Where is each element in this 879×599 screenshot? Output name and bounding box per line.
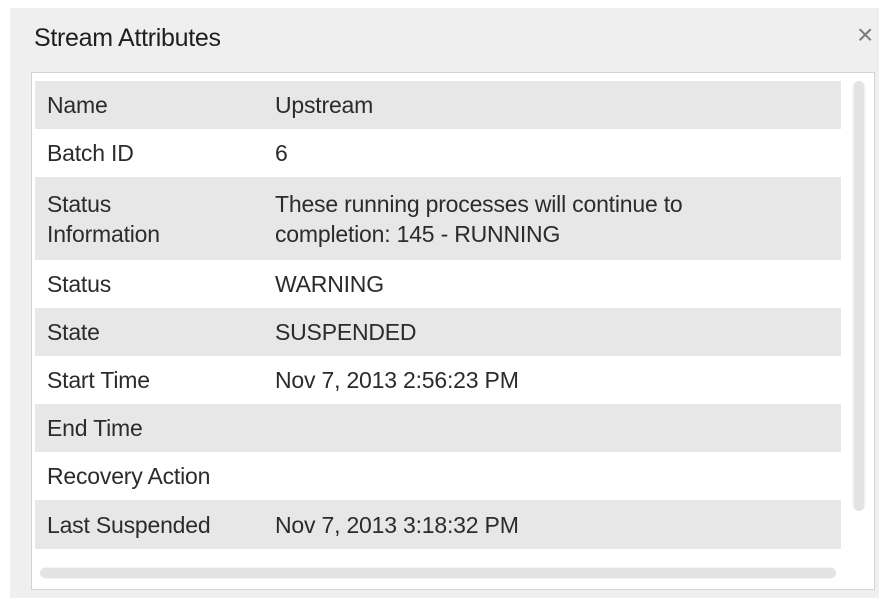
vertical-scrollbar[interactable] [852, 81, 866, 511]
horizontal-scrollbar-thumb[interactable] [40, 568, 836, 578]
attribute-value: 6 [275, 140, 288, 166]
attribute-name: State [47, 319, 100, 345]
attribute-name: Recovery Action [47, 463, 211, 489]
attribute-name: Batch ID [47, 140, 134, 166]
attribute-value: Nov 7, 2013 3:18:32 PM [275, 511, 519, 538]
table-row: State SUSPENDED [35, 308, 841, 356]
vertical-scrollbar-thumb[interactable] [854, 81, 864, 511]
attribute-name: Status [47, 271, 112, 297]
attribute-name: Status Information [47, 190, 160, 247]
horizontal-scrollbar[interactable] [40, 567, 836, 579]
table-row: Start Time Nov 7, 2013 2:56:23 PM [35, 356, 841, 404]
attributes-table-container: Name Upstream Batch ID 6 Status Informat… [31, 72, 875, 590]
attribute-value: WARNING [275, 271, 384, 297]
stream-attributes-panel: Stream Attributes × Name Upstream Batch … [10, 8, 879, 598]
table-row: Batch ID 6 [35, 129, 841, 177]
table-row: Last Suspended Nov 7, 2013 3:18:32 PM [35, 500, 841, 549]
attribute-name: Last Suspended [47, 511, 211, 538]
attribute-name: End Time [47, 415, 143, 441]
panel-title: Stream Attributes [34, 24, 221, 52]
table-row: Status WARNING [35, 260, 841, 308]
table-row: End Time [35, 404, 841, 452]
attribute-value: Nov 7, 2013 2:56:23 PM [275, 367, 519, 393]
table-row: Recovery Action [35, 452, 841, 500]
attribute-name: Name [47, 92, 108, 118]
attributes-table: Name Upstream Batch ID 6 Status Informat… [35, 81, 841, 549]
panel-header: Stream Attributes × [10, 8, 879, 72]
attribute-name: Start Time [47, 367, 150, 393]
attribute-value: These running processes will continue to… [275, 190, 683, 247]
table-row: Name Upstream [35, 81, 841, 129]
attribute-value: SUSPENDED [275, 319, 417, 345]
table-row: Status Information These running process… [35, 177, 841, 260]
attribute-value: Upstream [275, 92, 374, 118]
close-icon[interactable]: × [857, 21, 879, 49]
